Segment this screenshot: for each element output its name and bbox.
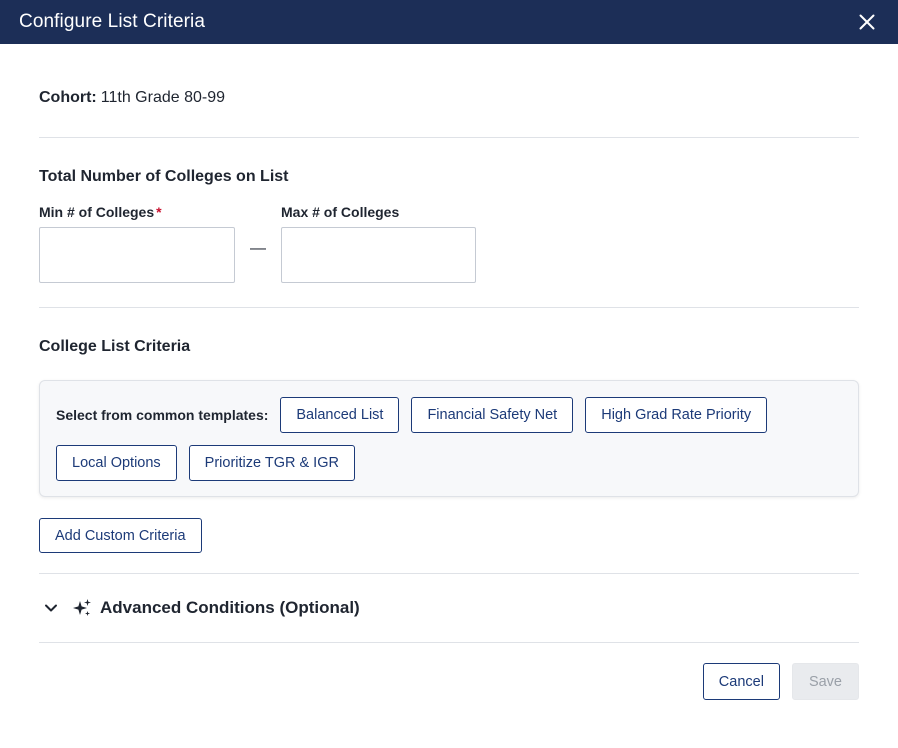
chevron-down-icon <box>44 601 58 615</box>
save-button[interactable]: Save <box>791 663 859 700</box>
college-count-section: Total Number of Colleges on List Min # o… <box>39 138 859 308</box>
min-colleges-field-group: Min # of Colleges * <box>39 204 235 283</box>
modal-footer: Cancel Save <box>39 643 859 700</box>
advanced-conditions-label: Advanced Conditions (Optional) <box>100 598 360 617</box>
sparkle-icon <box>72 598 92 618</box>
template-high-grad-rate-priority-button[interactable]: High Grad Rate Priority <box>585 397 768 433</box>
college-list-criteria-section: College List Criteria Select from common… <box>39 308 859 574</box>
template-financial-safety-net-button[interactable]: Financial Safety Net <box>411 397 574 433</box>
min-colleges-input[interactable] <box>39 227 235 283</box>
college-count-range: Min # of Colleges * — Max # of Colleges <box>39 204 859 283</box>
cohort-label: Cohort: <box>39 88 97 106</box>
close-button[interactable] <box>856 11 878 33</box>
required-marker: * <box>156 204 162 220</box>
modal-title: Configure List Criteria <box>19 11 206 32</box>
templates-row-1: Select from common templates: Balanced L… <box>56 397 843 433</box>
max-colleges-input[interactable] <box>281 227 476 283</box>
configure-list-criteria-modal: Configure List Criteria Cohort: 11th Gra… <box>0 0 898 748</box>
templates-label: Select from common templates: <box>56 407 269 423</box>
modal-header: Configure List Criteria <box>0 0 898 44</box>
templates-row-2: Local Options Prioritize TGR & IGR <box>56 445 843 481</box>
college-count-title: Total Number of Colleges on List <box>39 168 289 185</box>
template-local-options-button[interactable]: Local Options <box>56 445 177 481</box>
max-colleges-field-group: Max # of Colleges <box>281 204 476 283</box>
cohort-value: 11th Grade 80-99 <box>100 88 225 106</box>
college-list-criteria-title: College List Criteria <box>39 338 191 355</box>
cancel-button[interactable]: Cancel <box>702 663 780 700</box>
template-prioritize-tgr-igr-button[interactable]: Prioritize TGR & IGR <box>188 445 355 481</box>
template-balanced-list-button[interactable]: Balanced List <box>280 397 400 433</box>
min-colleges-label: Min # of Colleges * <box>39 204 235 221</box>
max-colleges-label: Max # of Colleges <box>281 204 400 220</box>
close-icon <box>859 14 875 30</box>
range-separator: — <box>250 240 266 257</box>
templates-panel: Select from common templates: Balanced L… <box>39 380 859 497</box>
add-custom-criteria-button[interactable]: Add Custom Criteria <box>39 518 202 553</box>
advanced-conditions-toggle[interactable]: Advanced Conditions (Optional) <box>39 574 859 643</box>
modal-body: Cohort: 11th Grade 80-99 Total Number of… <box>0 44 898 700</box>
min-colleges-label-text: Min # of Colleges <box>39 204 155 220</box>
cohort-row: Cohort: 11th Grade 80-99 <box>39 44 859 138</box>
